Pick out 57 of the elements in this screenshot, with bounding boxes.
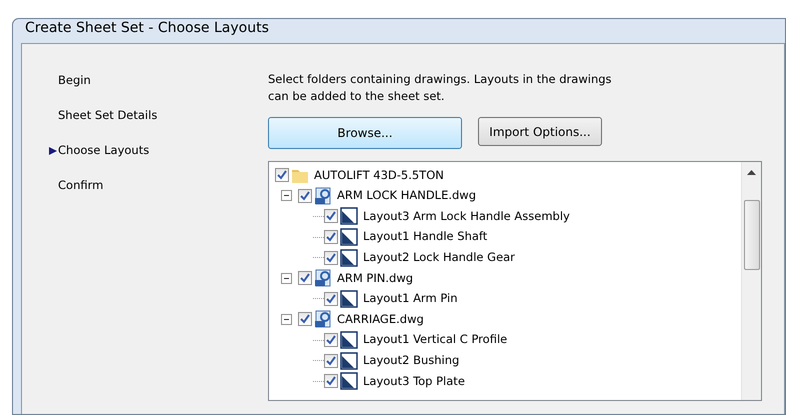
checkmark-icon [326,376,336,386]
drawing-label[interactable]: ARM PIN.dwg [337,270,414,287]
drawing-file-icon [314,310,332,328]
layout-sheet-icon [340,248,358,267]
checkbox[interactable] [324,250,338,265]
checkbox[interactable] [298,271,312,286]
scrollbar-thumb[interactable] [744,200,760,270]
folder-label[interactable]: AUTOLIFT 43D-5.5TON [314,166,444,184]
drawing-label[interactable]: ARM LOCK HANDLE.dwg [337,187,476,205]
drawing-label[interactable]: CARRIAGE.dwg [337,310,424,328]
checkbox[interactable] [324,292,338,306]
checkmark-icon [300,190,310,201]
scrollbar[interactable] [741,162,761,400]
window-title: Create Sheet Set - Choose Layouts [24,19,270,38]
layout-label[interactable]: Layout1 Handle Shaft [363,228,488,246]
layout-sheet-icon [340,228,358,246]
layout-label[interactable]: Layout1 Arm Pin [363,290,458,308]
layout-sheet-icon [340,352,358,370]
checkmark-icon [326,211,336,222]
layout-label[interactable]: Layout1 Vertical C Profile [363,331,508,349]
layout-label[interactable]: Layout2 Bushing [363,352,460,370]
collapse-icon[interactable] [281,190,292,202]
layout-sheet-icon [340,207,358,226]
layout-sheet-icon [340,372,358,390]
checkbox[interactable] [324,333,338,348]
scroll-up-icon[interactable] [747,170,756,176]
collapse-icon[interactable] [281,314,292,325]
layout-sheet-icon [340,331,358,350]
layout-label[interactable]: Layout3 Arm Lock Handle Assembly [363,208,570,226]
layout-label[interactable]: Layout3 Top Plate [363,372,465,390]
drawing-file-icon [314,186,332,205]
drawing-file-icon [314,269,332,288]
checkbox[interactable] [324,354,338,368]
checkmark-icon [300,273,310,284]
checkmark-icon [326,252,336,263]
checkbox[interactable] [324,209,338,224]
checkbox[interactable] [324,230,338,244]
checkmark-icon [300,314,310,324]
current-step-label[interactable]: Choose Layouts [58,142,150,160]
checkbox[interactable] [275,168,289,182]
checkbox[interactable] [298,312,312,326]
step-label[interactable]: Begin [58,72,91,90]
layout-label[interactable]: Layout2 Lock Handle Gear [363,249,515,266]
step-label[interactable]: Sheet Set Details [58,107,158,125]
dialog-button[interactable]: Import Options... [478,117,602,146]
checkbox[interactable] [324,374,338,388]
dialog-button[interactable]: Browse... [268,117,462,149]
checkmark-icon [326,232,336,242]
checkmark-icon [326,335,336,346]
step-label[interactable]: Confirm [58,177,104,195]
collapse-icon[interactable] [281,272,292,284]
checkmark-icon [277,170,287,180]
checkmark-icon [326,356,336,366]
checkbox[interactable] [298,188,312,203]
layout-sheet-icon [340,290,358,308]
checkmark-icon [326,294,336,304]
instruction-text: Select folders containing drawings. Layouts in the drawings can be added to the sheet set. [268,71,613,105]
